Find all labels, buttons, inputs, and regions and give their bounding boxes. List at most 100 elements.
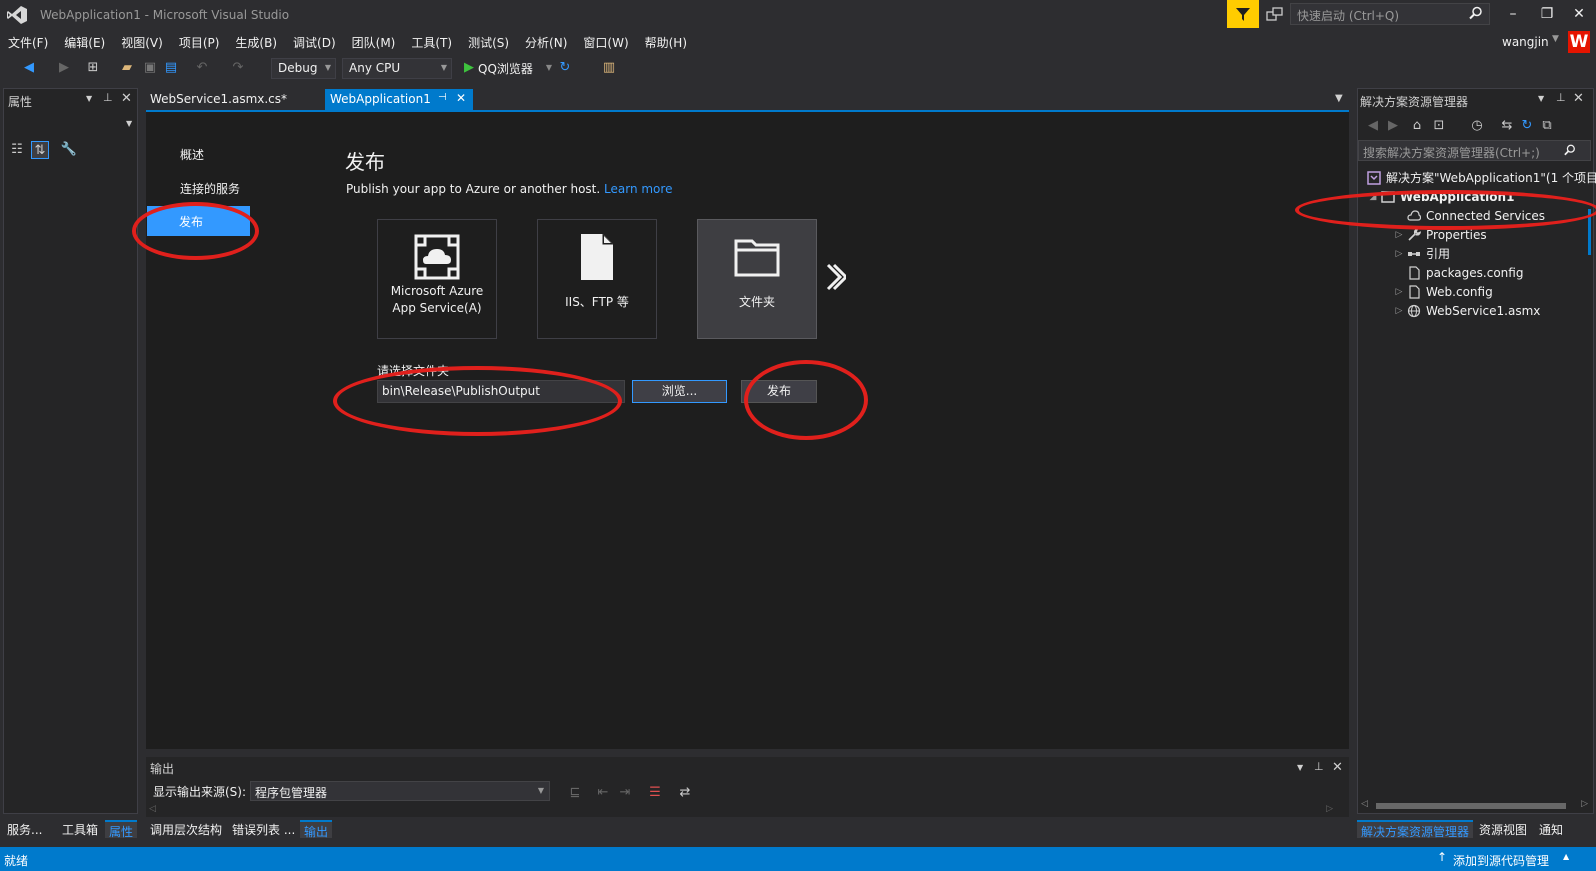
- switch-views-icon[interactable]: ⊡: [1430, 117, 1448, 135]
- next-message-icon[interactable]: ⇥: [616, 784, 634, 802]
- tree-item-webservice1-asmx[interactable]: ▷ WebService1.asmx: [1392, 301, 1541, 320]
- menu-view[interactable]: 视图(V): [113, 31, 171, 51]
- add-to-source-control-button[interactable]: 添加到源代码管理: [1453, 852, 1549, 869]
- target-iis-ftp[interactable]: IIS、FTP 等: [537, 219, 657, 339]
- configuration-dropdown[interactable]: Debug ▼: [271, 58, 336, 79]
- tab-call-hierarchy[interactable]: 调用层次结构: [146, 820, 226, 838]
- scroll-thumb[interactable]: [1376, 803, 1566, 809]
- menu-edit[interactable]: 编辑(E): [56, 31, 113, 51]
- close-panel-icon[interactable]: ✕: [121, 91, 132, 106]
- redo-icon[interactable]: ↷: [229, 59, 247, 77]
- properties-object-dropdown-icon[interactable]: ▼: [126, 119, 132, 128]
- learn-more-link[interactable]: Learn more: [604, 182, 672, 196]
- undo-icon[interactable]: ↶: [193, 59, 211, 77]
- avatar[interactable]: W: [1568, 31, 1590, 53]
- tab-webapplication1[interactable]: WebApplication1 ⊣ ✕: [325, 89, 473, 110]
- tab-resource-view[interactable]: 资源视图: [1475, 820, 1531, 838]
- categorized-view-icon[interactable]: ☷: [8, 141, 26, 159]
- arrow-up-icon[interactable]: ↑: [1437, 850, 1447, 864]
- refresh-icon[interactable]: ↻: [556, 59, 574, 77]
- tab-webservice1-asmx-cs[interactable]: WebService1.asmx.cs*: [146, 90, 324, 110]
- menu-analyze[interactable]: 分析(N): [517, 31, 575, 51]
- browse-button[interactable]: 浏览...: [632, 380, 727, 403]
- solution-config-icon[interactable]: ▥: [600, 59, 618, 77]
- target-azure-app-service[interactable]: Microsoft Azure App Service(A): [377, 219, 497, 339]
- menu-tools[interactable]: 工具(T): [403, 31, 460, 51]
- back-icon[interactable]: ◀: [1364, 117, 1382, 135]
- user-name[interactable]: wangjin: [1502, 35, 1549, 49]
- tab-properties[interactable]: 属性: [105, 820, 138, 839]
- panel-dropdown-icon[interactable]: ▼: [86, 94, 92, 103]
- menu-debug[interactable]: 调试(D): [285, 31, 344, 51]
- home-icon[interactable]: ⌂: [1408, 117, 1426, 135]
- tree-item-references[interactable]: ▷ 引用: [1392, 244, 1450, 263]
- solution-pin-icon[interactable]: ⊥: [1556, 91, 1566, 104]
- pin-icon[interactable]: ⊥: [103, 91, 113, 104]
- tab-overflow-chevron-icon[interactable]: ▼: [1335, 93, 1343, 104]
- save-all-icon[interactable]: ▤: [162, 59, 180, 77]
- scroll-left-icon[interactable]: ◁: [1361, 799, 1368, 809]
- menu-build[interactable]: 生成(B): [227, 31, 285, 51]
- solution-search-input[interactable]: 搜索解决方案资源管理器(Ctrl+;): [1358, 140, 1591, 161]
- solution-dropdown-icon[interactable]: ▼: [1538, 94, 1544, 103]
- tab-toolbox[interactable]: 工具箱: [58, 820, 102, 838]
- user-chevron-down-icon[interactable]: ▼: [1552, 34, 1559, 44]
- output-pin-icon[interactable]: ⊥: [1314, 760, 1324, 773]
- close-window-button[interactable]: ✕: [1562, 0, 1596, 28]
- scroll-left-icon[interactable]: ◁: [149, 804, 156, 814]
- chevron-right-icon[interactable]: [826, 262, 849, 292]
- collapsed-arrow-icon[interactable]: ▷: [1392, 249, 1406, 259]
- menu-help[interactable]: 帮助(H): [637, 31, 695, 51]
- output-horizontal-scrollbar[interactable]: ◁ ▷: [146, 804, 1336, 816]
- feedback-icon[interactable]: [1263, 4, 1287, 26]
- tab-notifications[interactable]: 通知: [1535, 820, 1567, 838]
- navigate-forward-icon[interactable]: ▶: [55, 59, 73, 77]
- new-project-icon[interactable]: ⊞: [84, 59, 102, 77]
- collapse-all-icon[interactable]: ⧉: [1538, 117, 1556, 135]
- notification-filter-icon[interactable]: [1227, 0, 1259, 28]
- scroll-right-icon[interactable]: ▷: [1326, 804, 1333, 814]
- tree-item-web-config[interactable]: ▷ Web.config: [1392, 282, 1493, 301]
- forward-icon[interactable]: ▶: [1384, 117, 1402, 135]
- property-pages-wrench-icon[interactable]: 🔧: [60, 141, 78, 159]
- collapsed-arrow-icon[interactable]: ▷: [1392, 287, 1406, 297]
- tab-solution-explorer[interactable]: 解决方案资源管理器: [1357, 820, 1474, 839]
- collapsed-arrow-icon[interactable]: ▷: [1392, 306, 1406, 316]
- target-folder[interactable]: 文件夹: [697, 219, 817, 339]
- menu-file[interactable]: 文件(F): [0, 31, 56, 51]
- pending-changes-filter-icon[interactable]: ◷: [1468, 117, 1486, 135]
- sort-alphabetical-icon[interactable]: ⇅: [31, 141, 49, 159]
- open-file-icon[interactable]: ▰: [118, 59, 136, 77]
- quick-launch-input[interactable]: 快速启动 (Ctrl+Q): [1290, 3, 1490, 25]
- collapsed-arrow-icon[interactable]: ▷: [1392, 230, 1406, 240]
- previous-message-icon[interactable]: ⇤: [594, 784, 612, 802]
- tab-error-list[interactable]: 错误列表 ...: [228, 820, 299, 838]
- sync-icon[interactable]: ⇆: [1498, 117, 1516, 135]
- menu-window[interactable]: 窗口(W): [575, 31, 636, 51]
- tree-item-solution[interactable]: 解决方案"WebApplication1"(1 个项目: [1366, 168, 1596, 187]
- run-icon[interactable]: ▶: [460, 59, 478, 77]
- solution-close-icon[interactable]: ✕: [1573, 91, 1584, 106]
- source-control-chevron-icon[interactable]: ▲: [1563, 852, 1569, 861]
- nav-connected-services[interactable]: 连接的服务: [180, 180, 240, 197]
- menu-project[interactable]: 项目(P): [171, 31, 228, 51]
- restore-button[interactable]: ❐: [1530, 0, 1564, 28]
- solution-horizontal-scrollbar[interactable]: ◁ ▷: [1358, 799, 1591, 811]
- menu-team[interactable]: 团队(M): [344, 31, 404, 51]
- navigate-back-icon[interactable]: ◀: [20, 59, 38, 77]
- tree-item-packages-config[interactable]: packages.config: [1392, 263, 1523, 282]
- close-tab-icon[interactable]: ✕: [456, 91, 466, 105]
- tab-output[interactable]: 输出: [300, 820, 333, 839]
- output-dropdown-icon[interactable]: ▼: [1297, 763, 1303, 772]
- save-icon[interactable]: ▣: [141, 59, 159, 77]
- tab-server-explorer[interactable]: 服务...: [3, 820, 46, 838]
- platform-dropdown[interactable]: Any CPU ▼: [342, 58, 452, 79]
- nav-overview[interactable]: 概述: [180, 146, 204, 163]
- find-message-icon[interactable]: ⊑: [566, 784, 584, 802]
- word-wrap-icon[interactable]: ⇄: [676, 784, 694, 802]
- output-close-icon[interactable]: ✕: [1332, 760, 1343, 775]
- menu-test[interactable]: 测试(S): [460, 31, 517, 51]
- refresh-solution-icon[interactable]: ↻: [1518, 117, 1536, 135]
- scroll-right-icon[interactable]: ▷: [1581, 799, 1588, 809]
- output-source-dropdown[interactable]: 程序包管理器 ▼: [250, 781, 550, 801]
